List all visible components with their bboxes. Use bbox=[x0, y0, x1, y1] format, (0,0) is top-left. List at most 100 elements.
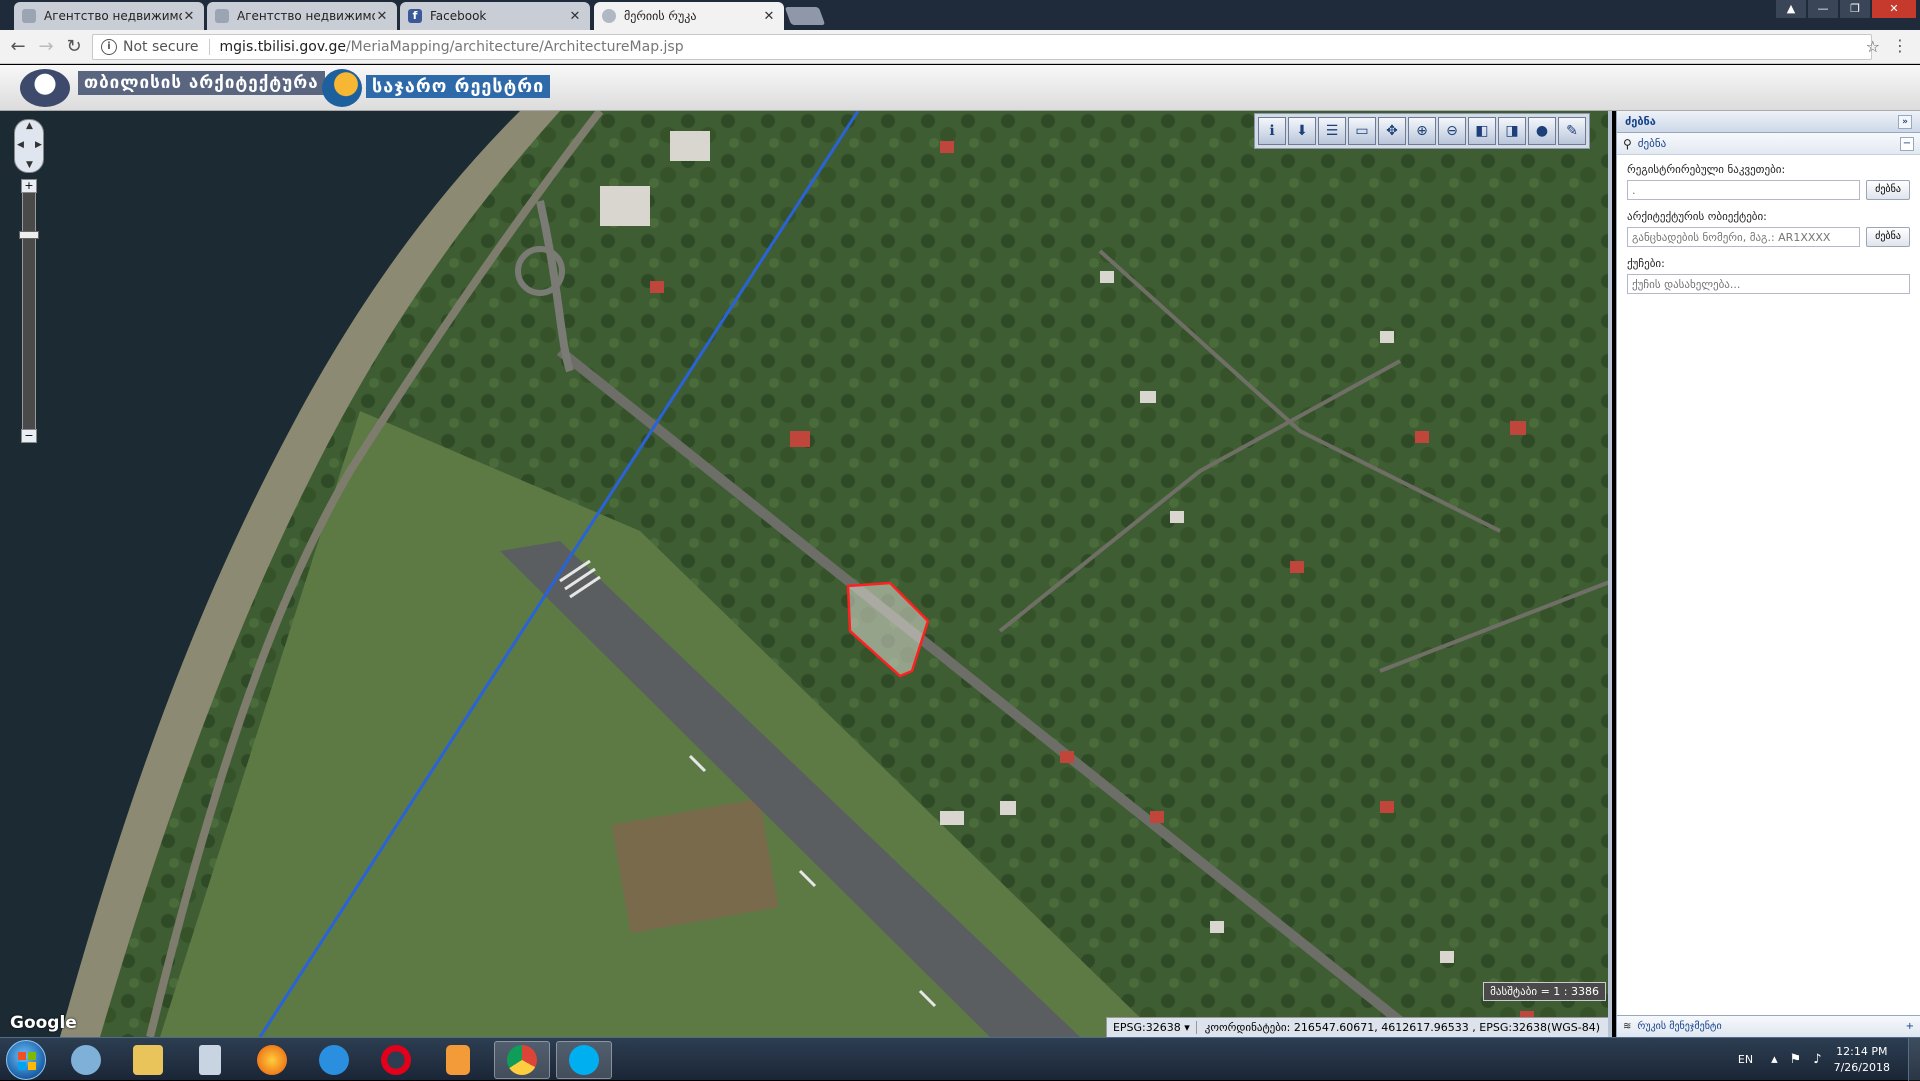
field-label-parcels: რეგისტრირებული ნაკვეთები: bbox=[1627, 163, 1786, 176]
url-path: /MeriaMapping/architecture/ArchitectureM… bbox=[345, 39, 684, 55]
map-toolbar: ℹ ⬇ ☰ ▭ ✥ ⊕ ⊖ ◧ ◨ ● ✎ bbox=[1254, 113, 1590, 149]
show-desktop-button[interactable] bbox=[1908, 1038, 1920, 1081]
panel-header: ძებნა » bbox=[1617, 111, 1920, 133]
maximize-button[interactable]: ❐ bbox=[1840, 0, 1870, 18]
browser-toolbar: ← → ↻ i Not secure mgis.tbilisi.gov.ge/M… bbox=[0, 30, 1920, 64]
bookmark-star-icon[interactable]: ☆ bbox=[1866, 37, 1880, 56]
brand-tbilisi-architecture: თბილისის არქიტექტურა bbox=[78, 71, 325, 95]
coordinate-bar: EPSG:32638 ▾ კოორდინატები: 216547.60671,… bbox=[1105, 1017, 1608, 1037]
map-management-header[interactable]: ≋ რუკის მენეჯმენტი + bbox=[1617, 1015, 1920, 1037]
zoom-control: ▲ ◀ ▶ ▼ + − bbox=[14, 119, 44, 449]
close-tab-icon[interactable]: ✕ bbox=[375, 9, 389, 24]
zoom-next-icon[interactable]: ◨ bbox=[1498, 117, 1526, 145]
info-icon[interactable]: ℹ bbox=[1258, 117, 1286, 145]
zoom-out-icon[interactable]: ⊖ bbox=[1438, 117, 1466, 145]
language-indicator[interactable]: EN bbox=[1738, 1053, 1753, 1066]
field-label-architecture: არქიტექტურის ობიექტები: bbox=[1627, 210, 1767, 223]
search-icon: ⚲ bbox=[1623, 136, 1632, 151]
zoom-prev-icon[interactable]: ◧ bbox=[1468, 117, 1496, 145]
url-host: mgis.tbilisi.gov.ge bbox=[219, 39, 346, 55]
explorer-icon[interactable] bbox=[120, 1041, 176, 1079]
close-tab-icon[interactable]: ✕ bbox=[182, 9, 196, 24]
globe-icon bbox=[22, 9, 36, 23]
zoom-in-icon[interactable]: ⊕ bbox=[1408, 117, 1436, 145]
collapse-panel-icon[interactable]: » bbox=[1898, 114, 1912, 129]
new-tab-button[interactable] bbox=[784, 7, 826, 25]
minimize-section-icon[interactable]: − bbox=[1900, 136, 1914, 151]
pan-down-icon[interactable]: ▼ bbox=[26, 160, 33, 170]
zoom-out-button[interactable]: − bbox=[21, 429, 37, 443]
media-icon[interactable] bbox=[430, 1041, 486, 1079]
tray-expand-icon[interactable]: ▴ bbox=[1771, 1052, 1778, 1067]
pan-icon[interactable]: ✥ bbox=[1378, 117, 1406, 145]
browser-tabstrip: Агентство недвижимост ✕ Агентство недвиж… bbox=[0, 0, 1920, 30]
architecture-search-button[interactable]: ძებნა bbox=[1866, 227, 1910, 247]
chrome-icon[interactable] bbox=[494, 1041, 550, 1079]
tab-1[interactable]: Агентство недвижимост ✕ bbox=[207, 2, 397, 30]
info-icon[interactable]: i bbox=[101, 39, 117, 55]
opera-icon[interactable] bbox=[368, 1041, 424, 1079]
search-form: რეგისტრირებული ნაკვეთები: ძებნა არქიტექტ… bbox=[1617, 155, 1920, 294]
close-window-button[interactable]: ✕ bbox=[1872, 0, 1916, 18]
pan-control[interactable]: ▲ ◀ ▶ ▼ bbox=[14, 119, 44, 173]
zoom-in-button[interactable]: + bbox=[21, 179, 37, 193]
street-search-input[interactable] bbox=[1627, 274, 1910, 294]
brand-public-registry: საჯარო რეესტრი bbox=[366, 75, 551, 98]
forward-button[interactable]: → bbox=[32, 36, 60, 57]
tab-0[interactable]: Агентство недвижимост ✕ bbox=[14, 2, 204, 30]
taskbar: EN ▴ ⚑ ♪ 12:14 PM 7/26/2018 bbox=[0, 1037, 1920, 1081]
zoom-slider-track[interactable] bbox=[22, 185, 36, 433]
expand-section-icon[interactable]: + bbox=[1906, 1021, 1914, 1032]
close-tab-icon[interactable]: ✕ bbox=[568, 9, 582, 24]
edit-icon[interactable]: ✎ bbox=[1558, 117, 1586, 145]
map-view[interactable]: ▲ ◀ ▶ ▼ + − ℹ ⬇ ☰ ▭ ✥ ⊕ ⊖ ◧ ◨ ● ✎ Google… bbox=[0, 111, 1612, 1037]
public-registry-logo bbox=[322, 69, 362, 107]
app-header: თბილისის არქიტექტურა საჯარო რეესტრი bbox=[0, 65, 1920, 111]
back-button[interactable]: ← bbox=[4, 36, 32, 57]
parcel-search-input[interactable] bbox=[1627, 180, 1860, 200]
globe-icon bbox=[215, 9, 229, 23]
windows-logo-icon bbox=[18, 1052, 36, 1070]
clock[interactable]: 12:14 PM 7/26/2018 bbox=[1834, 1044, 1890, 1076]
zoom-slider-thumb[interactable] bbox=[19, 231, 39, 239]
tbilisi-architecture-logo bbox=[20, 69, 70, 107]
close-tab-icon[interactable]: ✕ bbox=[762, 9, 776, 24]
system-tray: EN ▴ ⚑ ♪ 12:14 PM 7/26/2018 bbox=[1738, 1038, 1920, 1081]
reload-button[interactable]: ↻ bbox=[60, 36, 88, 57]
satellite-imagery bbox=[0, 111, 1608, 1037]
projection-select[interactable]: EPSG:32638 ▾ bbox=[1107, 1021, 1197, 1034]
pan-up-icon[interactable]: ▲ bbox=[26, 121, 33, 131]
parcel-search-button[interactable]: ძებნა bbox=[1866, 180, 1910, 200]
address-bar[interactable]: i Not secure mgis.tbilisi.gov.ge/MeriaMa… bbox=[92, 34, 1872, 60]
architecture-search-input[interactable] bbox=[1627, 227, 1860, 247]
minimize-button[interactable]: — bbox=[1808, 0, 1838, 18]
ie-icon[interactable] bbox=[306, 1041, 362, 1079]
search-panel: ძებნა » ⚲ ძებნა − რეგისტრირებული ნაკვეთე… bbox=[1616, 111, 1920, 1037]
action-center-flag-icon[interactable]: ⚑ bbox=[1790, 1052, 1802, 1067]
user-icon[interactable]: ▲ bbox=[1776, 0, 1806, 18]
calculator-icon[interactable] bbox=[182, 1041, 238, 1079]
menu-icon[interactable]: ⋮ bbox=[1892, 36, 1908, 55]
skype-icon[interactable] bbox=[556, 1041, 612, 1079]
identify-icon[interactable]: ⬇ bbox=[1288, 117, 1316, 145]
measure-icon[interactable]: ▭ bbox=[1348, 117, 1376, 145]
field-label-streets: ქუჩები: bbox=[1627, 257, 1665, 270]
tab-3[interactable]: მერიის რუკა ✕ bbox=[594, 2, 784, 30]
coordinate-readout: კოორდინატები: 216547.60671, 4612617.9653… bbox=[1204, 1021, 1600, 1034]
layers-icon[interactable]: ☰ bbox=[1318, 117, 1346, 145]
pan-left-icon[interactable]: ◀ bbox=[17, 140, 24, 150]
skype-bird-icon[interactable] bbox=[58, 1041, 114, 1079]
tab-2[interactable]: f Facebook ✕ bbox=[400, 2, 590, 30]
firefox-icon[interactable] bbox=[244, 1041, 300, 1079]
globe-icon bbox=[602, 9, 616, 23]
scale-label: მასშტაბი = 1 : 3386 bbox=[1483, 982, 1606, 1001]
security-label: Not secure bbox=[123, 39, 210, 55]
globe-icon[interactable]: ● bbox=[1528, 117, 1556, 145]
layers-icon: ≋ bbox=[1623, 1021, 1632, 1032]
facebook-icon: f bbox=[408, 9, 422, 23]
search-section-header[interactable]: ⚲ ძებნა − bbox=[1617, 133, 1920, 155]
pan-right-icon[interactable]: ▶ bbox=[35, 140, 42, 150]
volume-icon[interactable]: ♪ bbox=[1813, 1052, 1821, 1067]
start-button[interactable] bbox=[6, 1040, 46, 1080]
google-attribution: Google bbox=[10, 1013, 77, 1033]
